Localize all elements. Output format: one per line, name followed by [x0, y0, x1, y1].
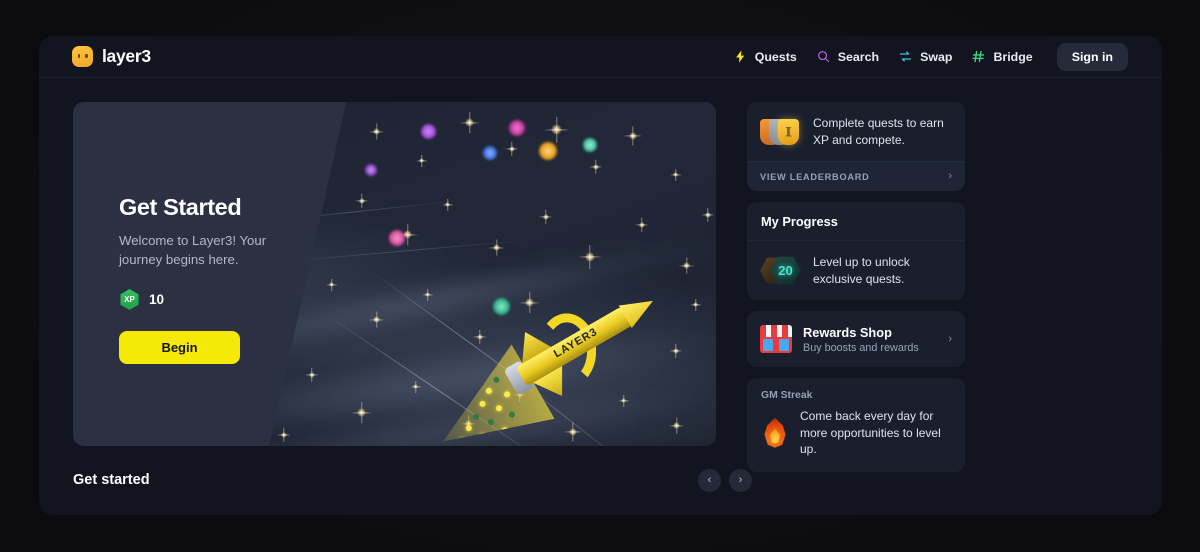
nav-item-search[interactable]: Search	[816, 49, 879, 64]
chevron-right-icon: ›	[948, 332, 952, 345]
shop-storefront-icon	[760, 324, 792, 354]
my-progress-text: Level up to unlock exclusive quests.	[813, 255, 910, 286]
view-leaderboard-label: VIEW LEADERBOARD	[760, 171, 870, 182]
main-content: LAYER3 Get Started Welcome to Layer3! Yo…	[39, 78, 1162, 472]
orb-blue	[483, 146, 497, 160]
nav-item-search-label: Search	[837, 49, 880, 64]
sidebar-cards: Complete quests to earn XP and compete. …	[747, 102, 965, 472]
hero-text-panel: Get Started Welcome to Layer3! Your jour…	[73, 102, 369, 446]
orb-magenta	[509, 120, 525, 136]
carousel-navigation: ‹ ›	[698, 468, 752, 492]
orb-pink	[389, 230, 405, 246]
chevron-right-icon: ›	[948, 170, 952, 182]
flame-icon	[761, 417, 789, 448]
nav-item-swap[interactable]: Swap	[898, 49, 952, 64]
my-progress-heading: My Progress	[747, 202, 965, 241]
orb-orange	[539, 142, 557, 160]
my-progress-card: My Progress 20 Level up to unlock exclus…	[747, 202, 965, 300]
begin-button[interactable]: Begin	[119, 331, 240, 364]
rewards-shop-card[interactable]: Rewards Shop Buy boosts and rewards ›	[747, 311, 965, 367]
bridge-hash-icon	[972, 50, 985, 63]
sign-in-button[interactable]: Sign in	[1056, 42, 1128, 71]
swap-arrows-icon	[899, 51, 912, 62]
carousel-prev-button[interactable]: ‹	[698, 468, 721, 492]
xp-hex-icon: XP	[120, 289, 139, 310]
view-leaderboard-button[interactable]: VIEW LEADERBOARD ›	[747, 161, 965, 191]
top-navigation-bar: layer3 Quests Search Swap Bridge Sign in	[39, 36, 1162, 78]
leaderboard-card-text: Complete quests to earn XP and compete.	[813, 116, 944, 147]
layer3-smiley-logo-icon	[72, 46, 93, 67]
nav-links: Quests Search Swap Bridge Sign in	[733, 42, 1128, 71]
hero-xp-reward: XP 10	[119, 289, 369, 310]
trophy-shields-icon	[760, 117, 802, 147]
brand-logo[interactable]: layer3	[72, 46, 151, 67]
hero-subtitle: Welcome to Layer3! Your journey begins h…	[119, 233, 267, 267]
nav-item-quests[interactable]: Quests	[733, 49, 797, 64]
search-icon	[817, 51, 829, 63]
app-window: layer3 Quests Search Swap Bridge Sign in…	[39, 36, 1162, 515]
my-progress-body[interactable]: 20 Level up to unlock exclusive quests.	[747, 241, 965, 300]
hero-xp-value: 10	[149, 292, 165, 307]
hero-title: Get Started	[119, 194, 242, 220]
rewards-shop-body: Rewards Shop Buy boosts and rewards ›	[747, 311, 965, 367]
level-hex-badge-icon: 20	[760, 255, 802, 287]
hero-card[interactable]: LAYER3 Get Started Welcome to Layer3! Yo…	[73, 102, 716, 446]
carousel-next-button[interactable]: ›	[729, 468, 752, 492]
nav-item-bridge-label: Bridge	[993, 49, 1033, 64]
nav-item-bridge[interactable]: Bridge	[971, 49, 1033, 64]
get-started-section-title: Get started	[73, 472, 150, 488]
hero-column: LAYER3 Get Started Welcome to Layer3! Yo…	[73, 102, 716, 472]
leaderboard-card-body: Complete quests to earn XP and compete.	[747, 102, 965, 161]
nav-item-quests-label: Quests	[754, 49, 797, 64]
bottom-section-bar: Get started ‹ ›	[39, 445, 1162, 515]
brand-name: layer3	[102, 46, 151, 66]
rewards-shop-title: Rewards Shop	[803, 324, 892, 340]
leaderboard-card: Complete quests to earn XP and compete. …	[747, 102, 965, 191]
rewards-shop-subtitle: Buy boosts and rewards	[803, 341, 919, 354]
orb-purple	[421, 124, 436, 139]
rewards-shop-texts: Rewards Shop Buy boosts and rewards	[803, 325, 919, 354]
gm-streak-label: GM Streak	[761, 390, 813, 401]
orb-teal	[583, 138, 597, 152]
nav-item-swap-label: Swap	[920, 49, 953, 64]
lightning-bolt-icon	[735, 50, 744, 63]
